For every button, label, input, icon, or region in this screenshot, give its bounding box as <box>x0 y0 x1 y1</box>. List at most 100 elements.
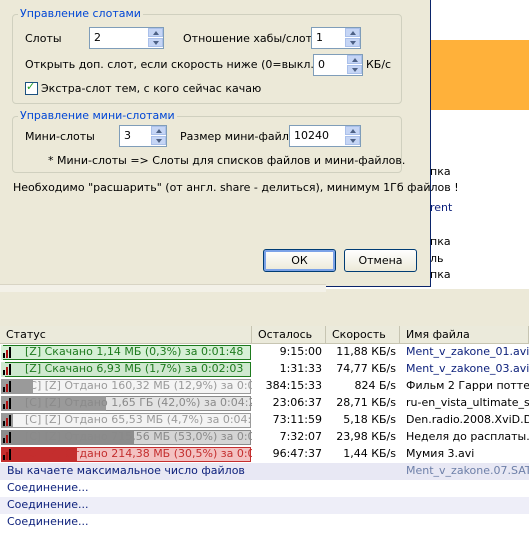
speed-cell: 28,71 КБ/s <box>336 396 396 409</box>
speed-cell: 23,98 КБ/s <box>336 430 396 443</box>
mini-slots-group-title: Управление мини-слотами <box>18 109 177 122</box>
table-row[interactable]: [C] [Z] Отдано 65,53 МБ (4,7%) за 0:04:1… <box>0 412 529 429</box>
column-header-remaining[interactable]: Осталось <box>252 326 326 343</box>
table-row[interactable]: [C] [Z] Отдано 214,38 МБ (30,5%) за 0:02… <box>0 446 529 463</box>
transfer-status-icon <box>3 381 12 392</box>
remaining-cell: 9:15:00 <box>279 345 322 358</box>
mini-slots-spinner[interactable]: 3 <box>119 125 167 147</box>
slots-value: 2 <box>94 31 101 44</box>
speed-cell: 74,77 КБ/s <box>336 362 396 375</box>
column-header-filename[interactable]: Имя файла <box>400 326 529 343</box>
spin-up-icon[interactable] <box>148 28 163 37</box>
speed-cell: 824 Б/s <box>354 379 396 392</box>
mini-slots-value: 3 <box>124 129 131 142</box>
transfer-status-icon <box>3 415 12 426</box>
status-cell: [C] [Z] Отдано 214,38 МБ (30,5%) за 0:02… <box>0 446 252 463</box>
status-text: [Z] Скачано 1,14 МБ (0,3%) за 0:01:48 <box>25 345 244 358</box>
extra-slot-speed-spinner[interactable]: 0 <box>313 54 363 76</box>
extra-slot-speed-value: 0 <box>318 58 325 71</box>
status-text: [C] [Z] Отдано 715,56 МБ (53,0%) за 0:04… <box>25 430 252 443</box>
spin-up-icon[interactable] <box>347 55 362 64</box>
column-header-speed[interactable]: Скорость <box>326 326 400 343</box>
mini-size-spinner[interactable]: 10240 <box>289 125 361 147</box>
extra-slot-speed-label: Открыть доп. слот, если скорость ниже (0… <box>25 58 319 71</box>
status-message-text: Соединение... <box>7 481 89 494</box>
ok-button[interactable]: ОК <box>263 249 336 272</box>
table-row[interactable]: [C] [Z] Отдано 160,32 МБ (12,9%) за 0:04… <box>0 378 529 395</box>
mini-size-value: 10240 <box>294 129 329 142</box>
ratio-value: 1 <box>316 31 323 44</box>
bg-text: ль <box>430 252 444 265</box>
mini-slots-note: * Мини-слоты => Слоты для списков файлов… <box>48 154 406 167</box>
spin-up-icon[interactable] <box>151 126 166 135</box>
bg-orange-panel <box>430 40 529 110</box>
ratio-spinner[interactable]: 1 <box>311 27 361 49</box>
spin-up-icon[interactable] <box>345 28 360 37</box>
spin-down-icon[interactable] <box>345 38 360 47</box>
status-cell: [C] [Z] Отдано 160,32 МБ (12,9%) за 0:04… <box>0 378 252 395</box>
status-message-row[interactable]: Соединение... <box>0 480 529 497</box>
filename-cell: ru-en_vista_ultimate_sp1 <box>406 396 529 409</box>
spin-down-icon[interactable] <box>148 38 163 47</box>
status-message-file: Ment_v_zakone.07.SATR <box>406 464 529 477</box>
status-cell: [Z] Скачано 6,93 МБ (1,7%) за 0:02:03 <box>0 361 252 378</box>
table-row[interactable]: [Z] Скачано 1,14 МБ (0,3%) за 0:01:48 9:1… <box>0 344 529 361</box>
table-row[interactable]: [C] [Z] Отдано 1,65 ГБ (42,0%) за 0:04:2… <box>0 395 529 412</box>
status-text: [C] [Z] Отдано 160,32 МБ (12,9%) за 0:04… <box>25 379 252 392</box>
transfer-status-icon <box>3 364 12 375</box>
cancel-button[interactable]: Отмена <box>344 249 417 272</box>
status-text: [C] [Z] Отдано 214,38 МБ (30,5%) за 0:02… <box>25 447 252 460</box>
spin-down-icon[interactable] <box>347 65 362 74</box>
filename-cell: Фильм 2 Гарри поттер и <box>406 379 529 392</box>
remaining-cell: 384:15:33 <box>265 379 322 392</box>
transfers-table-header: Статус Осталось Скорость Имя файла <box>0 326 529 344</box>
slots-spinner[interactable]: 2 <box>89 27 164 49</box>
status-cell: [C] [Z] Отдано 715,56 МБ (53,0%) за 0:04… <box>0 429 252 446</box>
status-cell: [C] [Z] Отдано 1,65 ГБ (42,0%) за 0:04:2… <box>0 395 252 412</box>
transfer-status-icon <box>3 398 12 409</box>
status-cell: [Z] Скачано 1,14 МБ (0,3%) за 0:01:48 <box>0 344 252 361</box>
transfer-status-icon <box>3 449 12 460</box>
table-row[interactable]: [C] [Z] Отдано 715,56 МБ (53,0%) за 0:04… <box>0 429 529 446</box>
spin-down-icon[interactable] <box>345 136 360 145</box>
status-text: [C] [Z] Отдано 1,65 ГБ (42,0%) за 0:04:2… <box>25 396 252 409</box>
filename-cell: Мумия 3.avi <box>406 447 475 460</box>
status-message-row[interactable]: Соединение... <box>0 514 529 531</box>
status-message-text: Соединение... <box>7 498 89 511</box>
transfer-status-icon <box>3 432 12 443</box>
table-row[interactable]: [Z] Скачано 6,93 МБ (1,7%) за 0:02:03 1:3… <box>0 361 529 378</box>
status-cell: [C] [Z] Отдано 65,53 МБ (4,7%) за 0:04:1… <box>0 412 252 429</box>
status-message-row[interactable]: Соединение... <box>0 497 529 514</box>
status-text: [C] [Z] Отдано 65,53 МБ (4,7%) за 0:04:1… <box>25 413 252 426</box>
share-note: Необходимо "расшарить" (от англ. share -… <box>13 181 459 194</box>
speed-cell: 1,44 КБ/s <box>343 447 396 460</box>
mini-size-label: Размер мини-файлов <box>180 130 303 143</box>
extra-slot-checkbox-label[interactable]: Экстра-слот тем, с кого сейчас качаю <box>41 82 261 95</box>
speed-cell: 5,18 КБ/s <box>343 413 396 426</box>
slots-group-title: Управление слотами <box>18 7 143 20</box>
spin-down-icon[interactable] <box>151 136 166 145</box>
extra-slot-unit: КБ/с <box>366 58 392 71</box>
mini-slots-group: Управление мини-слотами Мини-слоты 3 Раз… <box>12 109 406 173</box>
bg-text: rent <box>430 201 453 214</box>
remaining-cell: 73:11:59 <box>272 413 322 426</box>
ratio-label: Отношение хабы/слоты <box>183 32 321 45</box>
extra-slot-checkbox[interactable] <box>25 80 38 95</box>
bg-text: пка <box>430 165 451 178</box>
remaining-cell: 96:47:37 <box>272 447 322 460</box>
column-header-status[interactable]: Статус <box>0 326 252 343</box>
horizontal-scrollbar[interactable] <box>0 284 326 292</box>
slots-label: Слоты <box>25 32 62 45</box>
speed-cell: 11,88 КБ/s <box>336 345 396 358</box>
status-message-text: Вы качаете максимальное число файлов <box>7 464 245 477</box>
filename-cell: Неделя до расплаты.avi <box>406 430 529 443</box>
status-message-row[interactable]: Вы качаете максимальное число файлов Ment… <box>0 463 529 480</box>
remaining-cell: 23:06:37 <box>272 396 322 409</box>
remaining-cell: 1:31:33 <box>279 362 322 375</box>
filename-cell: Ment_v_zakone_01.avi <box>406 345 529 358</box>
status-text: [Z] Скачано 6,93 МБ (1,7%) за 0:02:03 <box>25 362 244 375</box>
spin-up-icon[interactable] <box>345 126 360 135</box>
mini-slots-label: Мини-слоты <box>25 130 95 143</box>
slots-group: Управление слотами Слоты 2 Отношение хаб… <box>12 7 402 104</box>
status-message-text: Соединение... <box>7 515 89 528</box>
